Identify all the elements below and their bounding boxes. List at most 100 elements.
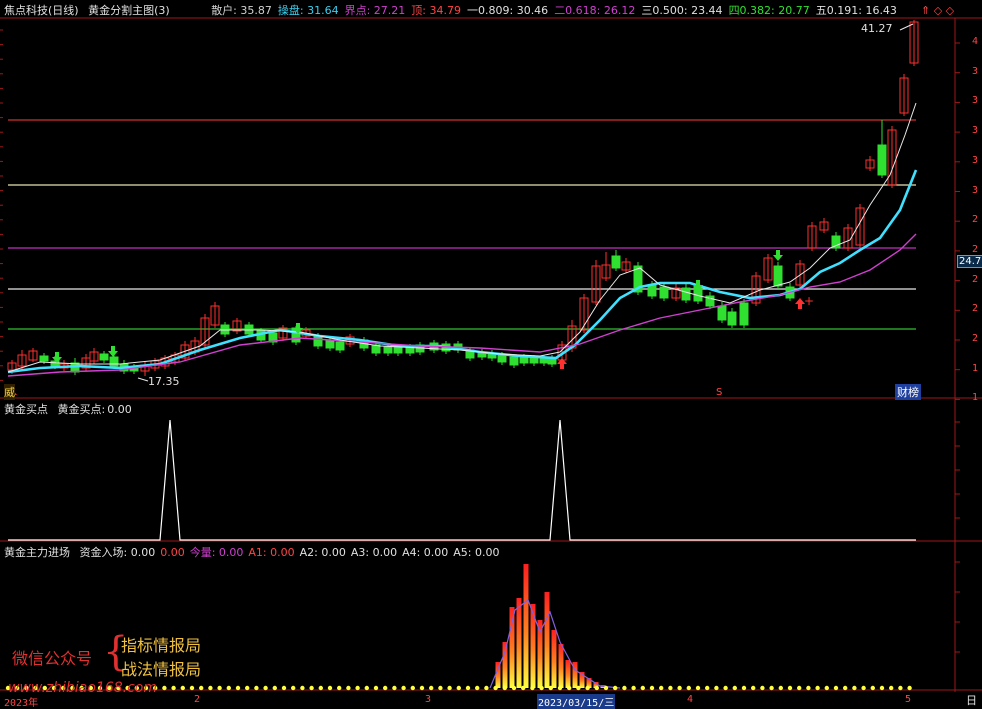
baseline-dot xyxy=(760,685,765,691)
baseline-dot xyxy=(668,685,673,691)
period-button[interactable]: 日 xyxy=(966,692,977,708)
sub1-chart[interactable] xyxy=(0,398,982,543)
price-badge: 24.7 xyxy=(957,255,982,268)
baseline-dot xyxy=(291,685,296,691)
low-price-label: 17.35 xyxy=(148,375,180,388)
y-label: 2 xyxy=(971,303,978,315)
low-pointer xyxy=(137,377,149,382)
baseline-dot xyxy=(318,685,323,691)
baseline-dot xyxy=(806,685,811,691)
y-label: 3 xyxy=(971,95,978,107)
candle-body xyxy=(717,305,727,321)
y-label: 2 xyxy=(971,273,978,285)
baseline-dot xyxy=(530,685,535,691)
baseline-dot xyxy=(281,685,287,691)
y-label: 1 xyxy=(971,362,978,374)
y-label: 3 xyxy=(971,184,978,196)
baseline-dot xyxy=(879,685,885,691)
high-price-label: 41.27 xyxy=(861,22,893,35)
sell-arrow-icon xyxy=(773,250,783,261)
baseline-dot xyxy=(346,685,351,691)
baseline-dot xyxy=(484,685,489,691)
baseline-dot xyxy=(373,685,379,691)
baseline-dot xyxy=(502,685,507,691)
volume-bar xyxy=(551,630,557,688)
candle-body xyxy=(519,356,529,364)
x-label-may: 5 xyxy=(905,694,912,705)
baseline-dot xyxy=(732,685,737,691)
baseline-dot xyxy=(401,685,406,691)
baseline-dot xyxy=(585,685,590,691)
x-label-apr: 4 xyxy=(687,694,694,705)
candle-body xyxy=(659,286,669,299)
candle-body xyxy=(383,346,393,354)
baseline-dot xyxy=(337,685,342,691)
baseline-dot xyxy=(392,685,397,691)
baseline-dot xyxy=(309,685,314,691)
candle-body xyxy=(509,356,519,366)
baseline-dot xyxy=(419,685,425,691)
baseline-dot xyxy=(778,685,783,691)
baseline-dot xyxy=(861,685,866,691)
watermark-left: 微信公众号 xyxy=(12,649,93,668)
baseline-dot xyxy=(769,685,774,691)
baseline-dot xyxy=(429,685,434,691)
plus-marker: + xyxy=(705,294,715,308)
baseline-dot xyxy=(383,685,388,691)
baseline-dot xyxy=(787,685,793,691)
candle-body xyxy=(773,265,783,287)
baseline-dot xyxy=(576,685,581,691)
baseline-dot xyxy=(622,685,627,691)
baseline-dot xyxy=(245,685,250,691)
candle-body xyxy=(647,284,657,297)
y-label: 4 xyxy=(971,36,978,47)
candle-body xyxy=(727,311,737,326)
main-chart[interactable]: + + xyxy=(0,0,982,400)
volume-bar xyxy=(516,598,522,688)
candle-body xyxy=(393,346,403,354)
watermark-right-2: 战法情报局 xyxy=(121,660,202,679)
candle-body xyxy=(99,353,109,361)
volume-bar xyxy=(509,607,515,688)
volume-bar xyxy=(537,620,543,688)
baseline-dot xyxy=(714,685,719,691)
y-label: 3 xyxy=(971,154,978,166)
candle-body xyxy=(497,354,507,363)
baseline-dot xyxy=(686,685,691,691)
baseline-dot xyxy=(870,685,875,691)
baseline-dot xyxy=(741,685,747,691)
candle-body xyxy=(325,339,335,349)
baseline-dot xyxy=(208,685,213,691)
candle-body xyxy=(611,255,621,269)
volume-bar xyxy=(544,592,550,688)
baseline-dot xyxy=(355,685,360,691)
candle-body xyxy=(739,302,749,326)
baseline-dot xyxy=(521,685,526,691)
baseline-dot xyxy=(852,685,857,691)
baseline-dot xyxy=(199,685,204,691)
volume-bar xyxy=(558,644,564,688)
baseline-dot xyxy=(695,685,701,691)
candle-body xyxy=(681,287,691,301)
retail-line xyxy=(7,102,917,373)
high-pointer xyxy=(899,23,914,31)
y-label: 3 xyxy=(971,65,978,77)
baseline-dot xyxy=(235,685,241,691)
baseline-dot xyxy=(539,685,544,691)
baseline-dot xyxy=(594,685,599,691)
baseline-dot xyxy=(438,685,443,691)
y-label: 2 xyxy=(971,243,978,255)
candle-body xyxy=(39,355,49,362)
sell-arrow-icon xyxy=(108,346,118,357)
baseline-dot xyxy=(815,685,820,691)
baseline-dot xyxy=(272,685,277,691)
baseline-dot xyxy=(705,685,710,691)
y-label: 3 xyxy=(971,125,978,137)
plus-marker: + xyxy=(804,294,814,308)
buy-signal-line xyxy=(8,419,916,541)
baseline-dot xyxy=(465,685,471,691)
baseline-dot xyxy=(254,685,259,691)
baseline-dot xyxy=(364,685,369,691)
baseline-dot xyxy=(557,685,563,691)
baseline-dot xyxy=(180,685,185,691)
